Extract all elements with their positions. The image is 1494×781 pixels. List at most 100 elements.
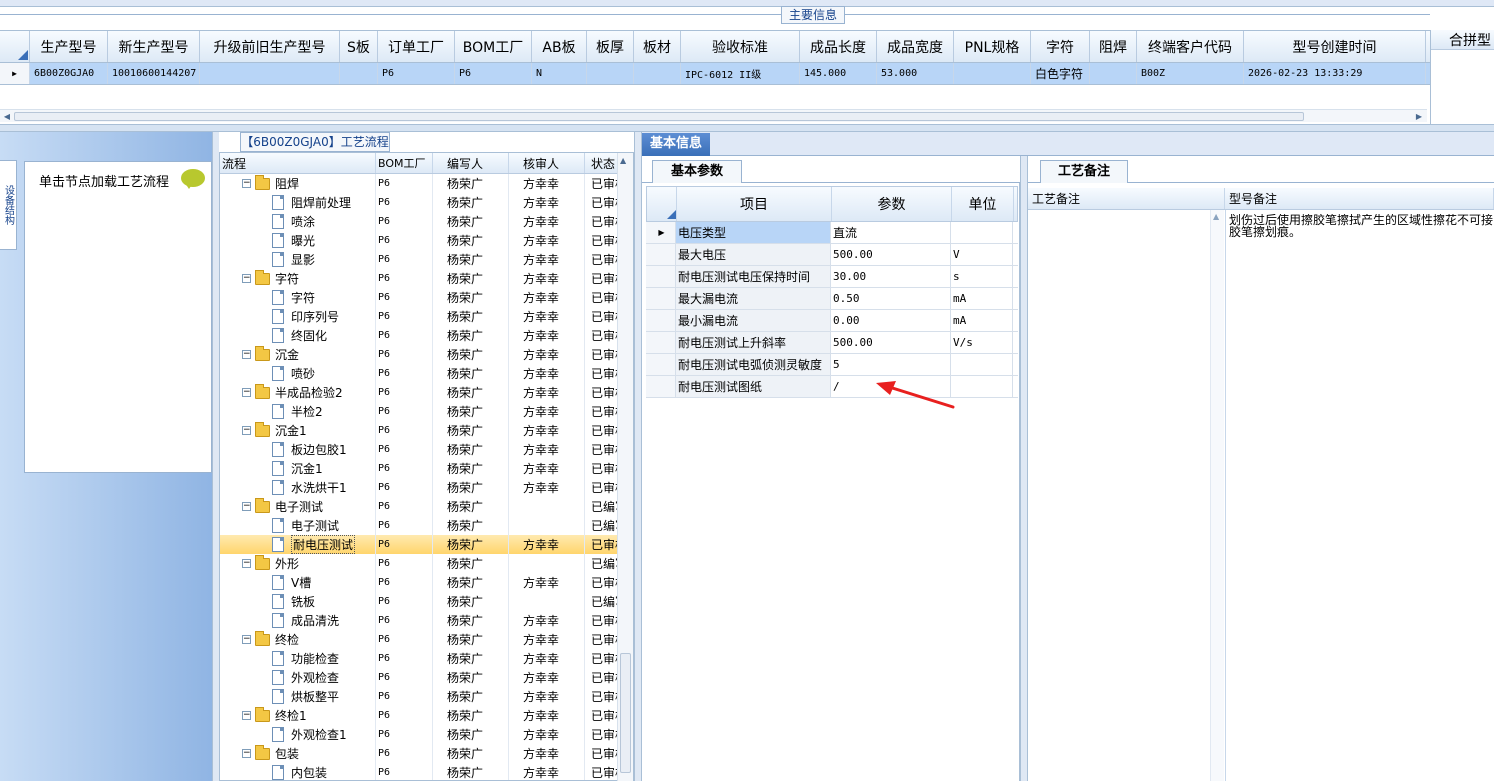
tree-row[interactable]: 外观检查 P6杨荣广方幸幸已审核 [220, 668, 620, 687]
tree-node[interactable]: 板边包胶1 [220, 440, 376, 459]
param-item[interactable]: 耐电压测试图纸 [676, 376, 831, 397]
writer-cell[interactable]: 杨荣广 [433, 250, 509, 269]
param-item[interactable]: 电压类型 [676, 222, 831, 243]
reviewer-cell[interactable]: 方幸幸 [509, 744, 585, 763]
notes-scrollbar[interactable]: ▲ [1210, 210, 1224, 781]
tree-row[interactable]: 显影 P6杨荣广方幸幸已审核 [220, 250, 620, 269]
writer-cell[interactable]: 杨荣广 [433, 231, 509, 250]
col-header[interactable]: 型号创建时间 [1244, 31, 1426, 62]
status-cell[interactable]: 已审核 [585, 763, 620, 780]
tab-craft-notes[interactable]: 工艺备注 [1040, 160, 1128, 183]
param-value[interactable]: 直流 [831, 222, 951, 243]
writer-cell[interactable]: 杨荣广 [433, 744, 509, 763]
table-row[interactable]: ▶ 6B00Z0GJA0 10010600144207 P6 P6 N IPC-… [0, 63, 1430, 85]
param-unit[interactable]: V [951, 244, 1013, 265]
tree-node[interactable]: 外观检查1 [220, 725, 376, 744]
reviewer-cell[interactable]: 方幸幸 [509, 193, 585, 212]
col-header[interactable]: 生产型号 [30, 31, 108, 62]
cell[interactable]: P6 [378, 63, 455, 84]
writer-cell[interactable]: 杨荣广 [433, 611, 509, 630]
reviewer-cell[interactable]: 方幸幸 [509, 269, 585, 288]
tree-node[interactable]: − 终检1 [220, 706, 376, 725]
cell[interactable] [634, 63, 681, 84]
tree-node[interactable]: 字符 [220, 288, 376, 307]
reviewer-cell[interactable]: 方幸幸 [509, 421, 585, 440]
scroll-left-icon[interactable]: ◀ [1, 111, 13, 122]
col-header[interactable]: 参数 [832, 187, 952, 221]
param-unit[interactable] [951, 354, 1013, 375]
col-header[interactable]: 编写人 [433, 153, 509, 173]
col-header[interactable]: 项目 [677, 187, 832, 221]
tree-row[interactable]: 曝光 P6杨荣广方幸幸已审核 [220, 231, 620, 250]
tree-node[interactable]: 烘板整平 [220, 687, 376, 706]
cell[interactable]: 10010600144207 [108, 63, 200, 84]
writer-cell[interactable]: 杨荣广 [433, 212, 509, 231]
status-cell[interactable]: 已审核 [585, 174, 620, 193]
bom-cell[interactable]: P6 [376, 554, 433, 573]
writer-cell[interactable]: 杨荣广 [433, 174, 509, 193]
bom-cell[interactable]: P6 [376, 288, 433, 307]
reviewer-cell[interactable] [509, 497, 585, 516]
table-row[interactable]: 耐电压测试上升斜率 500.00 V/s [646, 332, 1018, 354]
col-header[interactable]: BOM工厂 [455, 31, 532, 62]
status-cell[interactable]: 已审核 [585, 668, 620, 687]
reviewer-cell[interactable]: 方幸幸 [509, 630, 585, 649]
reviewer-cell[interactable]: 方幸幸 [509, 326, 585, 345]
param-unit[interactable]: mA [951, 310, 1013, 331]
cell[interactable]: 53.000 [877, 63, 954, 84]
bom-cell[interactable]: P6 [376, 725, 433, 744]
horizontal-splitter[interactable] [0, 124, 1494, 132]
writer-cell[interactable]: 杨荣广 [433, 307, 509, 326]
tree-row[interactable]: − 半成品检验2 P6杨荣广方幸幸已审核 [220, 383, 620, 402]
writer-cell[interactable]: 杨荣广 [433, 592, 509, 611]
bom-cell[interactable]: P6 [376, 687, 433, 706]
status-cell[interactable]: 已审核 [585, 440, 620, 459]
param-unit[interactable]: s [951, 266, 1013, 287]
table-row[interactable]: ▶ 电压类型 直流 [646, 222, 1018, 244]
tree-row[interactable]: 水洗烘干1 P6杨荣广方幸幸已审核 [220, 478, 620, 497]
tree-node[interactable]: − 半成品检验2 [220, 383, 376, 402]
col-header[interactable]: 新生产型号 [108, 31, 200, 62]
writer-cell[interactable]: 杨荣广 [433, 345, 509, 364]
param-unit[interactable] [951, 376, 1013, 397]
tree-row[interactable]: − 终检1 P6杨荣广方幸幸已审核 [220, 706, 620, 725]
writer-cell[interactable]: 杨荣广 [433, 440, 509, 459]
tree-node[interactable]: − 外形 [220, 554, 376, 573]
load-flow-hint[interactable]: 单击节点加载工艺流程 [39, 171, 169, 190]
tree-row[interactable]: − 终检 P6杨荣广方幸幸已审核 [220, 630, 620, 649]
col-header[interactable]: 板材 [634, 31, 681, 62]
tree-row[interactable]: 耐电压测试 P6杨荣广方幸幸已审核 [220, 535, 620, 554]
bom-cell[interactable]: P6 [376, 231, 433, 250]
status-cell[interactable]: 已审核 [585, 421, 620, 440]
horizontal-scrollbar[interactable]: ◀ ▶ [0, 109, 1427, 122]
scroll-right-icon[interactable]: ▶ [1413, 111, 1425, 122]
param-item[interactable]: 耐电压测试上升斜率 [676, 332, 831, 353]
reviewer-cell[interactable] [509, 554, 585, 573]
param-value[interactable]: 500.00 [831, 244, 951, 265]
bom-cell[interactable]: P6 [376, 630, 433, 649]
bom-cell[interactable]: P6 [376, 250, 433, 269]
status-cell[interactable]: 已审核 [585, 212, 620, 231]
col-header[interactable]: 状态 [585, 153, 620, 173]
writer-cell[interactable]: 杨荣广 [433, 725, 509, 744]
collapse-icon[interactable]: − [242, 635, 251, 644]
reviewer-cell[interactable]: 方幸幸 [509, 725, 585, 744]
reviewer-cell[interactable]: 方幸幸 [509, 668, 585, 687]
tree-row[interactable]: 阻焊前处理 P6杨荣广方幸幸已审核 [220, 193, 620, 212]
reviewer-cell[interactable]: 方幸幸 [509, 478, 585, 497]
bom-cell[interactable]: P6 [376, 421, 433, 440]
status-cell[interactable]: 已审核 [585, 383, 620, 402]
col-header[interactable]: S板 [340, 31, 378, 62]
bom-cell[interactable]: P6 [376, 402, 433, 421]
param-value[interactable]: 500.00 [831, 332, 951, 353]
col-header[interactable]: BOM工厂 [376, 153, 433, 173]
tree-row[interactable]: 沉金1 P6杨荣广方幸幸已审核 [220, 459, 620, 478]
cell[interactable] [954, 63, 1031, 84]
writer-cell[interactable]: 杨荣广 [433, 535, 509, 554]
status-cell[interactable]: 已审核 [585, 706, 620, 725]
scrollbar-thumb[interactable] [14, 112, 1304, 121]
reviewer-cell[interactable]: 方幸幸 [509, 649, 585, 668]
col-header[interactable]: 字符 [1031, 31, 1090, 62]
bom-cell[interactable]: P6 [376, 611, 433, 630]
tree-node[interactable]: − 阻焊 [220, 174, 376, 193]
